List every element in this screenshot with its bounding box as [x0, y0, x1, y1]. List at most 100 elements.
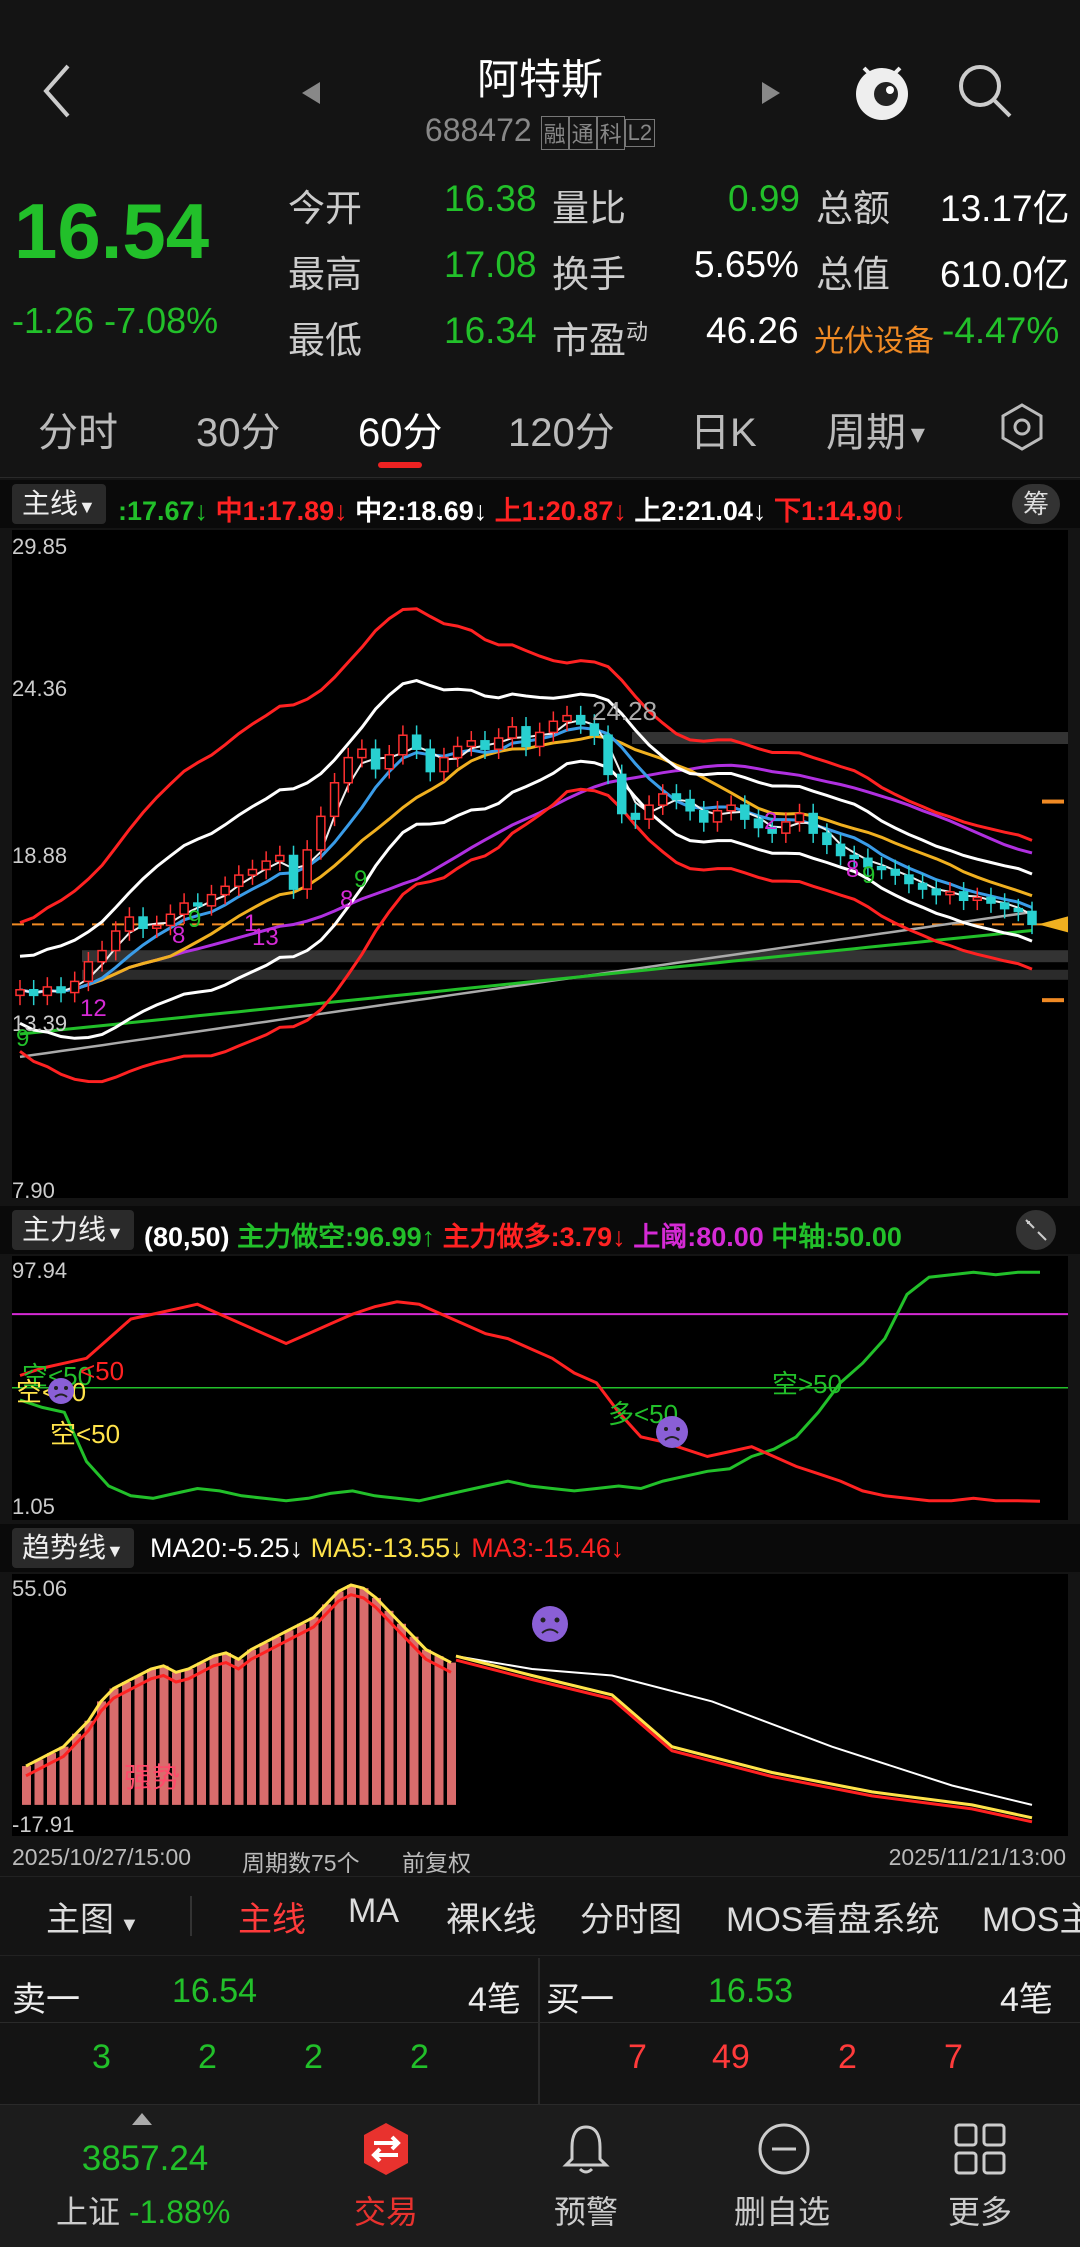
nav-remove-watchlist[interactable]: 删自选: [674, 2105, 890, 2247]
tab-minute[interactable]: 分时: [38, 400, 118, 458]
tab-30min[interactable]: 30分: [196, 400, 281, 458]
index-ticker[interactable]: 3857.24 上证 -1.88%: [0, 2105, 230, 2247]
power-indicator-selector[interactable]: 主力线▼: [12, 1210, 134, 1250]
sell-volume: 2: [304, 2038, 323, 2076]
overlay-tab-mos-system[interactable]: MOS看盘系统: [726, 1892, 939, 1941]
search-icon[interactable]: [956, 62, 1014, 120]
candle-body: [726, 804, 736, 812]
main-chart-dropdown[interactable]: 主图 ▼: [46, 1892, 139, 1941]
stock-code: 688472: [424, 112, 532, 148]
overlay-tab-ma[interactable]: MA: [348, 1892, 399, 1931]
sell1-count: 4笔: [468, 1981, 521, 2019]
power-legend: 主力线▼ (80,50) 主力做空:96.99↑ 主力做多:3.79↓ 上阈:8…: [0, 1206, 1080, 1254]
pe-label: 市盈: [552, 320, 626, 361]
lower-band-white: [19, 759, 1033, 1040]
candle-body: [603, 734, 613, 776]
trend-bar: [397, 1623, 406, 1805]
stat-value: 17.08: [444, 244, 537, 285]
trade-icon: [364, 2123, 408, 2175]
range-start: 2025/10/27/15:00: [12, 1844, 192, 1870]
expand-icon[interactable]: [1012, 1210, 1060, 1250]
nav-label: 删自选: [733, 2194, 830, 2230]
candle-body: [548, 720, 559, 734]
tab-period[interactable]: 周期▼: [826, 400, 930, 458]
stat-value: 0.99: [728, 178, 801, 219]
candle-body: [357, 748, 367, 759]
series-line-0: [19, 1270, 1040, 1503]
badge: 融: [540, 115, 569, 150]
legend-params: (80,50): [144, 1222, 230, 1252]
sector-name[interactable]: 光伏设备: [814, 316, 934, 360]
candle-body: [671, 793, 682, 801]
stat-label: 总值: [816, 254, 890, 295]
chip-button[interactable]: 筹: [1012, 484, 1060, 524]
badge: 科: [596, 115, 625, 150]
y-tick-label: 7.90: [12, 1178, 55, 1203]
candle-body: [534, 731, 545, 748]
main-indicator-selector[interactable]: 主线▼: [12, 484, 106, 524]
power-chart[interactable]: [12, 1256, 1068, 1520]
candle-body: [329, 782, 340, 818]
legend-item: :17.67↓: [118, 496, 209, 526]
nav-alert[interactable]: 预警: [478, 2105, 694, 2247]
legend-row: (80,50) 主力做空:96.99↑ 主力做多:3.79↓ 上阈:80.00 …: [144, 1215, 902, 1254]
stat-label: 换手: [552, 254, 626, 295]
overlay-tab-naked-k[interactable]: 裸K线: [446, 1892, 537, 1941]
buy-volume: 7: [628, 2038, 647, 2076]
trend-bar: [284, 1630, 294, 1805]
next-stock-icon[interactable]: [760, 80, 782, 106]
y-tick-label: 97.94: [12, 1258, 68, 1283]
candle-body: [658, 793, 668, 806]
period-tabs: 分时 30分 60分 120分 日K 周期▼: [0, 378, 1080, 478]
stat-value: 610.0亿: [940, 254, 1070, 295]
ma5-tail: [455, 1654, 1033, 1820]
tab-120min[interactable]: 120分: [508, 400, 615, 458]
candle-body: [480, 740, 490, 750]
candle-body: [945, 891, 955, 896]
trend-bar: [347, 1584, 356, 1805]
candle-body: [972, 896, 983, 902]
trend-bar: [22, 1766, 31, 1805]
trend-bar: [409, 1636, 419, 1805]
buy1-price[interactable]: 16.53: [708, 1972, 793, 2011]
candle-body: [794, 812, 805, 823]
settings-icon[interactable]: [998, 402, 1046, 452]
candle-body: [685, 798, 695, 812]
candle-body: [616, 773, 627, 815]
tab-daily[interactable]: 日K: [690, 400, 757, 458]
nav-more[interactable]: 更多: [872, 2105, 1080, 2247]
frown-face-icon: [532, 1606, 568, 1642]
bell-icon: [562, 2125, 610, 2174]
y-tick-label: 18.88: [12, 843, 68, 868]
candle-body: [562, 714, 572, 722]
stat-value: 16.38: [444, 178, 537, 219]
candle-body: [138, 916, 148, 929]
sell-volume: 3: [92, 2038, 111, 2076]
trend-bar: [259, 1643, 269, 1805]
candle-body: [452, 745, 463, 759]
frown-face-icon: [656, 1416, 688, 1448]
candle-body: [152, 924, 162, 929]
trend-bar: [247, 1649, 256, 1805]
buy-volume: 49: [712, 2038, 750, 2076]
overlay-tab-main[interactable]: 主线: [238, 1892, 306, 1941]
candle-body: [808, 812, 818, 834]
tab-60min[interactable]: 60分: [358, 400, 443, 458]
candle-body: [904, 874, 914, 885]
main-chart[interactable]: [12, 530, 1072, 1198]
seq-marker: 8: [172, 922, 186, 949]
trend-indicator-selector[interactable]: 趋势线▼: [12, 1528, 134, 1568]
sell1-price[interactable]: 16.54: [172, 1972, 257, 2011]
seq-marker: 12: [80, 995, 107, 1022]
overlay-tab-mos-main[interactable]: MOS主: [982, 1892, 1080, 1941]
y-tick-label: 24.36: [12, 676, 68, 701]
trend-bar: [222, 1652, 231, 1805]
candle-body: [876, 865, 887, 871]
mascot-icon[interactable]: [850, 58, 914, 124]
overlay-tab-timeshare[interactable]: 分时图: [580, 1892, 682, 1941]
nav-trade[interactable]: 交易: [278, 2105, 494, 2247]
price-change: -1.26 -7.08%: [12, 300, 218, 342]
pe-sup: 动: [626, 319, 649, 345]
candle-body: [83, 961, 94, 983]
index-name: 上证: [56, 2194, 121, 2230]
